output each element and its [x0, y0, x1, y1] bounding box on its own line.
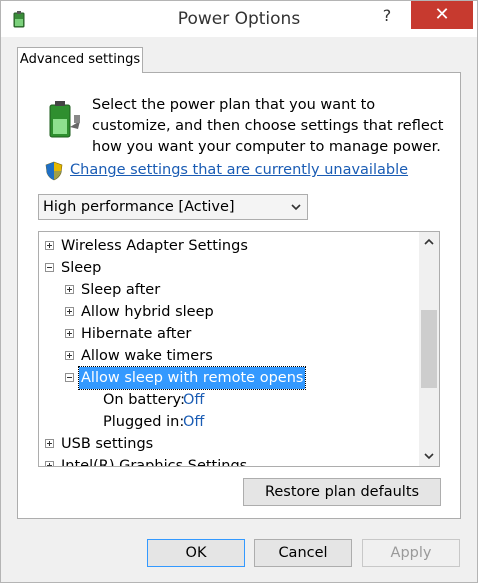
- ok-button[interactable]: OK: [147, 539, 245, 567]
- tree-row[interactable]: Hibernate after: [39, 323, 419, 345]
- tree-item-label[interactable]: Allow hybrid sleep: [81, 301, 214, 323]
- tree-row[interactable]: Plugged in: Off: [39, 411, 419, 433]
- tree-row[interactable]: Allow wake timers: [39, 345, 419, 367]
- tree-item-label[interactable]: Wireless Adapter Settings: [61, 235, 248, 257]
- expand-plus-icon[interactable]: [65, 285, 74, 294]
- change-settings-link[interactable]: Change settings that are currently unava…: [70, 162, 408, 178]
- tree-row[interactable]: USB settings: [39, 433, 419, 455]
- apply-button[interactable]: Apply: [362, 539, 460, 567]
- advanced-settings-panel: Select the power plan that you want to c…: [17, 72, 461, 519]
- tree-item-label[interactable]: Allow sleep with remote opens: [77, 366, 307, 390]
- chevron-up-icon: [424, 238, 434, 245]
- power-plan-value: High performance [Active]: [43, 199, 235, 215]
- tree-item-label[interactable]: USB settings: [61, 433, 153, 455]
- close-button[interactable]: ✕: [411, 1, 473, 29]
- expand-plus-icon[interactable]: [45, 241, 54, 250]
- expand-plus-icon[interactable]: [65, 329, 74, 338]
- tree-row[interactable]: On battery: Off: [39, 389, 419, 411]
- tree-item-label[interactable]: Hibernate after: [81, 323, 191, 345]
- tab-advanced-settings[interactable]: Advanced settings: [17, 47, 143, 73]
- setting-value-link[interactable]: Off: [183, 411, 204, 433]
- tree-row[interactable]: Allow hybrid sleep: [39, 301, 419, 323]
- tree-item-label[interactable]: Sleep: [61, 257, 101, 279]
- tree-row[interactable]: Sleep: [39, 257, 419, 279]
- scroll-down-button[interactable]: [419, 446, 439, 466]
- collapse-minus-icon[interactable]: [65, 373, 74, 382]
- expand-plus-icon[interactable]: [65, 351, 74, 360]
- cancel-button[interactable]: Cancel: [254, 539, 352, 567]
- collapse-minus-icon[interactable]: [45, 263, 54, 272]
- title-bar: Power Options ? ✕: [1, 1, 477, 37]
- tree-row[interactable]: Allow sleep with remote opens: [39, 366, 419, 390]
- expand-plus-icon[interactable]: [45, 461, 54, 466]
- battery-plug-icon: [49, 101, 80, 138]
- expand-plus-icon[interactable]: [45, 439, 54, 448]
- settings-tree[interactable]: Wireless Adapter Settings Sleep Sleep afte…: [38, 231, 440, 467]
- expand-plus-icon[interactable]: [65, 307, 74, 316]
- power-plan-select[interactable]: High performance [Active]: [38, 194, 308, 220]
- tree-item-label[interactable]: On battery:: [103, 389, 185, 411]
- chevron-down-icon: [424, 453, 434, 460]
- tree-row[interactable]: Sleep after: [39, 279, 419, 301]
- tree-item-label[interactable]: Plugged in:: [103, 411, 184, 433]
- help-button[interactable]: ?: [365, 3, 409, 29]
- scroll-up-button[interactable]: [419, 232, 439, 252]
- tree-row[interactable]: Intel(R) Graphics Settings: [39, 455, 419, 466]
- description-text: Select the power plan that you want to c…: [92, 97, 444, 155]
- restore-plan-defaults-button[interactable]: Restore plan defaults: [243, 478, 441, 506]
- scroll-thumb[interactable]: [421, 310, 437, 388]
- tree-scrollbar[interactable]: [419, 232, 439, 466]
- power-options-window: Power Options ? ✕ Advanced settings Sele…: [0, 0, 478, 583]
- chevron-down-icon: [291, 204, 301, 211]
- tree-row[interactable]: Wireless Adapter Settings: [39, 235, 419, 257]
- uac-shield-icon: [45, 161, 63, 181]
- setting-value-link[interactable]: Off: [183, 389, 204, 411]
- tree-item-label[interactable]: Sleep after: [81, 279, 160, 301]
- tree-item-label[interactable]: Intel(R) Graphics Settings: [61, 455, 247, 466]
- tree-item-label[interactable]: Allow wake timers: [81, 345, 213, 367]
